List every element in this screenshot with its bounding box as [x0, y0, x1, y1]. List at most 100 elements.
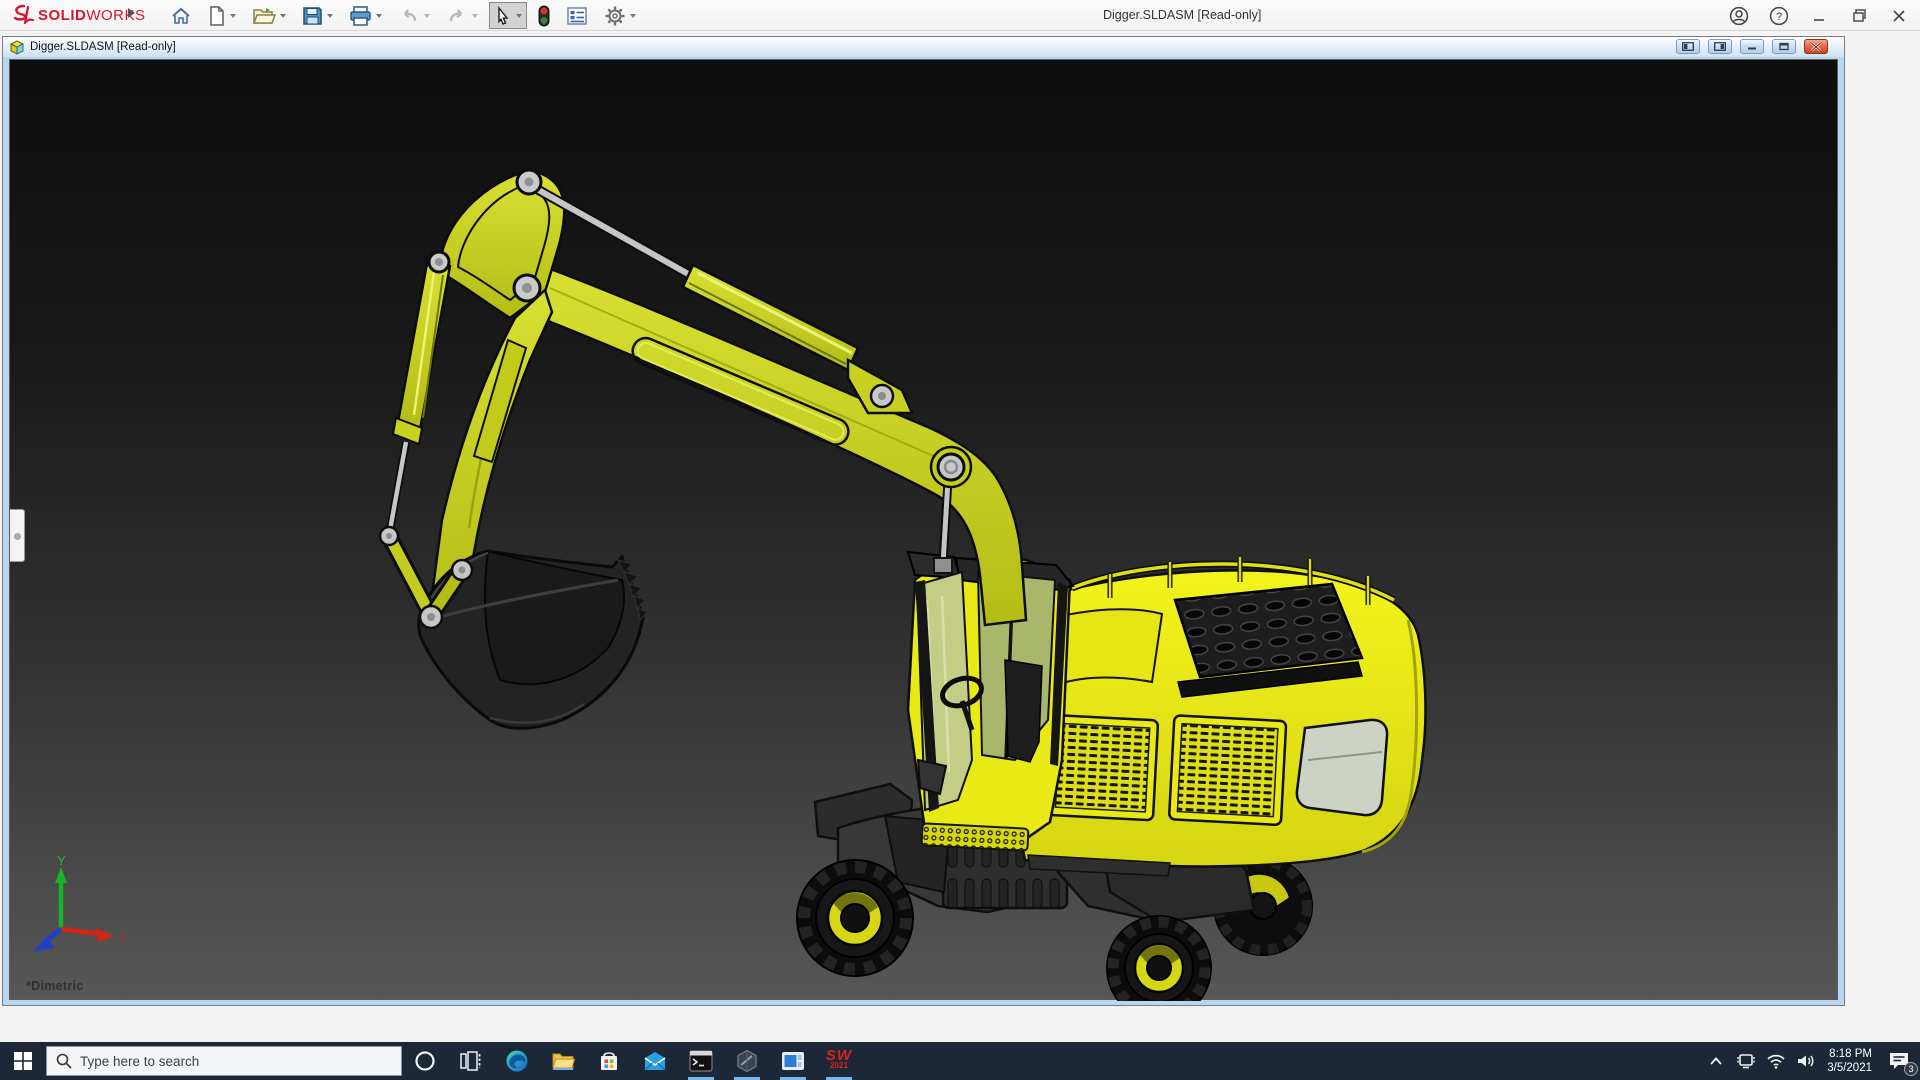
app-window-controls: ? — [1726, 0, 1912, 31]
edge-button[interactable] — [494, 1042, 540, 1080]
new-document-icon — [210, 5, 224, 26]
account-button[interactable] — [1726, 3, 1752, 29]
doc-restore-button[interactable] — [1772, 39, 1796, 54]
open-folder-icon — [252, 7, 276, 24]
help-icon: ? — [1769, 6, 1789, 25]
edrawings-hexagon-icon — [737, 1049, 757, 1073]
save-button[interactable] — [297, 2, 338, 29]
display-tray-button[interactable] — [1731, 1042, 1761, 1080]
pane-handle-dot-icon — [14, 533, 21, 540]
tray-time: 8:18 PM — [1829, 1048, 1872, 1060]
document-window: Digger.SLDASM [Read-only] Y x *Dimetric — [2, 36, 1845, 1006]
rebuild-traffic-light-icon — [538, 5, 550, 26]
mail-button[interactable] — [632, 1042, 678, 1080]
undo-button[interactable] — [393, 2, 435, 29]
doc-minimize-icon — [1748, 47, 1756, 50]
windows-taskbar: SW 2021 — [0, 1042, 1920, 1080]
tray-overflow-button[interactable] — [1701, 1042, 1731, 1080]
file-properties-icon — [567, 6, 587, 25]
restore-icon — [1852, 9, 1866, 22]
doc-restore-icon — [1779, 42, 1789, 51]
volume-tray-button[interactable] — [1791, 1042, 1821, 1080]
reference-triad: Y x — [32, 853, 126, 952]
engine-body[interactable] — [1008, 557, 1427, 877]
windows-logo-icon — [14, 1052, 32, 1070]
options-dropdown[interactable] — [630, 13, 636, 18]
view-orientation-label: *Dimetric — [26, 979, 84, 993]
app-window-title: Digger.SLDASM [Read-only] — [1103, 8, 1262, 22]
svg-text:Y: Y — [57, 853, 66, 868]
save-dropdown[interactable] — [327, 13, 333, 18]
undo-dropdown[interactable] — [424, 13, 430, 18]
open-dropdown[interactable] — [280, 13, 286, 18]
doc-close-button[interactable] — [1804, 39, 1828, 54]
assembly-document-icon — [9, 39, 25, 55]
taskbar-search[interactable] — [46, 1046, 402, 1076]
menu-expand-arrow-icon[interactable] — [128, 8, 135, 18]
pane-right-icon — [1714, 42, 1726, 51]
taskbar-clock[interactable]: 8:18 PM 3/5/2021 — [1821, 1047, 1878, 1075]
close-button[interactable] — [1886, 3, 1912, 29]
print-icon — [350, 5, 371, 26]
close-icon — [1893, 9, 1905, 22]
select-cursor-icon — [498, 5, 509, 25]
graphics-viewport[interactable]: Y x *Dimetric — [9, 59, 1839, 1001]
mail-icon — [644, 1052, 666, 1071]
home-button[interactable] — [165, 2, 197, 29]
solidworks-logo: SOLIDWORKS — [10, 4, 146, 26]
options-gear-icon — [605, 6, 625, 25]
restore-button[interactable] — [1846, 3, 1872, 29]
excavator-model[interactable] — [10, 60, 1839, 1001]
system-tray: 8:18 PM 3/5/2021 3 — [1701, 1042, 1920, 1080]
redo-dropdown[interactable] — [472, 13, 478, 18]
cortana-button[interactable] — [402, 1042, 448, 1080]
new-document-button[interactable] — [203, 2, 241, 29]
new-document-dropdown[interactable] — [230, 13, 236, 18]
save-icon — [303, 6, 322, 25]
remote-desktop-button[interactable] — [770, 1042, 816, 1080]
select-tool-button[interactable] — [489, 2, 527, 29]
print-dropdown[interactable] — [376, 13, 382, 18]
select-dropdown[interactable] — [516, 13, 522, 18]
command-prompt-button[interactable] — [678, 1042, 724, 1080]
print-button[interactable] — [344, 2, 387, 29]
solidworks-application: SOLIDWORKS Digger.SLDASM [Read-only] ? D… — [0, 0, 1920, 1080]
home-icon — [172, 7, 190, 24]
search-input[interactable] — [80, 1053, 360, 1069]
task-view-icon — [460, 1051, 481, 1071]
document-title-bar[interactable]: Digger.SLDASM [Read-only] — [3, 37, 1844, 57]
file-properties-button[interactable] — [561, 2, 593, 29]
redo-button[interactable] — [441, 2, 483, 29]
document-title: Digger.SLDASM [Read-only] — [30, 41, 176, 53]
solidworks-taskbar-button[interactable]: SW 2021 — [816, 1042, 862, 1080]
options-button[interactable] — [599, 2, 641, 29]
user-account-icon — [1729, 6, 1749, 25]
seat — [1004, 659, 1043, 763]
file-explorer-button[interactable] — [540, 1042, 586, 1080]
solidworks-logo-icon — [13, 4, 35, 25]
task-view-button[interactable] — [448, 1042, 494, 1080]
search-icon — [56, 1053, 72, 1069]
open-button[interactable] — [247, 2, 291, 29]
show-pane-right-button[interactable] — [1708, 39, 1732, 54]
show-pane-left-button[interactable] — [1676, 39, 1700, 54]
minimize-button[interactable] — [1806, 3, 1832, 29]
help-button[interactable]: ? — [1766, 3, 1792, 29]
solidworks-app-icon: SW 2021 — [825, 1047, 853, 1070]
wheel-front-left[interactable] — [796, 859, 914, 977]
edge-icon — [506, 1050, 528, 1072]
edrawings-button[interactable] — [724, 1042, 770, 1080]
minimize-icon — [1814, 18, 1824, 21]
feature-manager-collapsed-tab[interactable] — [10, 509, 25, 562]
quick-access-toolbar — [162, 0, 644, 31]
wheel-rear-left[interactable] — [1106, 915, 1212, 1001]
rebuild-button[interactable] — [533, 2, 555, 29]
store-button[interactable] — [586, 1042, 632, 1080]
app-title-bar: SOLIDWORKS Digger.SLDASM [Read-only] ? — [0, 0, 1920, 31]
svg-text:?: ? — [1776, 11, 1782, 23]
action-center-button[interactable]: 3 — [1878, 1042, 1920, 1080]
microsoft-store-icon — [601, 1052, 617, 1070]
doc-minimize-button[interactable] — [1740, 39, 1764, 54]
wifi-tray-button[interactable] — [1761, 1042, 1791, 1080]
start-button[interactable] — [0, 1042, 46, 1080]
